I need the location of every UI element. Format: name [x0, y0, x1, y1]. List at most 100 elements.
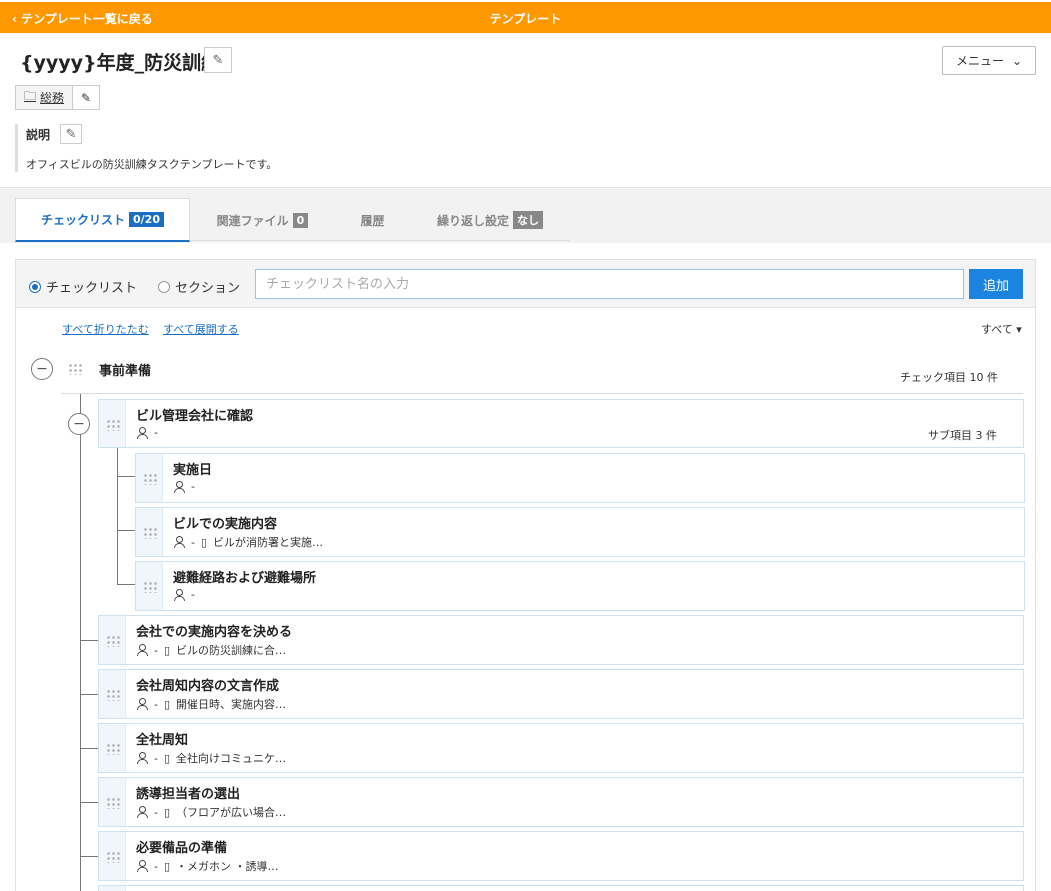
checklist-subitem[interactable]: 避難経路および避難場所 - [135, 561, 1025, 611]
filter-dropdown[interactable]: すべて ▾ [981, 321, 1022, 337]
drag-handle-icon [143, 527, 157, 539]
item-assignee: - [154, 751, 158, 765]
checklist-item[interactable]: 全社周知 - ▯ 全社向けコミュニケ… [98, 723, 1024, 773]
category-tag: 🗀 総務 ✎ [15, 85, 101, 110]
memo-icon: ▯ [163, 643, 171, 657]
user-icon [136, 806, 148, 818]
item-note: ・メガホン ・誘導… [176, 860, 279, 873]
item-drag-handle[interactable] [99, 832, 126, 880]
item-title: 会社周知内容の文言作成 [136, 679, 280, 694]
description-label: 説明 [26, 127, 51, 142]
tab-checklist[interactable]: チェックリスト 0/20 [15, 198, 190, 242]
category-label: 総務 [40, 91, 65, 105]
item-meta: - ▯ ビルの防災訓練に合… [136, 642, 286, 658]
drag-handle-icon [106, 689, 120, 701]
memo-icon: ▯ [163, 697, 171, 711]
tab-history[interactable]: 履歴 [335, 198, 410, 242]
tab-files-badge: 0 [292, 212, 309, 228]
tree-branch [80, 640, 98, 641]
item-meta: - ▯ 開催日時、実施内容… [136, 696, 286, 712]
tab-repeat[interactable]: 繰り返し設定 なし [410, 198, 570, 242]
item-title: ビルでの実施内容 [173, 517, 278, 532]
memo-icon: ▯ [200, 535, 208, 549]
tree-branch [117, 476, 135, 477]
collapse-section-button[interactable]: − [31, 358, 53, 380]
item-note: 開催日時、実施内容… [176, 698, 287, 711]
minus-icon: − [36, 361, 48, 377]
checklist-subitem[interactable]: ビルでの実施内容 - ▯ ビルが消防署と実施… [135, 507, 1025, 557]
collapse-item-button[interactable]: − [68, 413, 90, 435]
item-drag-handle[interactable] [99, 886, 126, 891]
edit-description-button[interactable]: ✎ [60, 124, 83, 144]
user-icon [136, 752, 148, 764]
tab-history-label: 履歴 [360, 213, 385, 228]
checklist-item[interactable]: 会社での実施内容を決める - ▯ ビルの防災訓練に合… [98, 615, 1024, 665]
menu-button-label: メニュー [955, 54, 1004, 68]
drag-handle-icon [106, 419, 120, 431]
item-title: 必要備品の準備 [136, 841, 228, 856]
checklist-item[interactable]: ビル管理会社に確認 - サブ項目 3 件 [98, 399, 1024, 448]
item-title: ビル管理会社に確認 [136, 409, 254, 424]
item-assignee: - [191, 535, 195, 549]
edit-title-button[interactable]: ✎ [204, 47, 232, 73]
description-text: オフィスビルの防災訓練タスクテンプレートです。 [26, 158, 278, 171]
tree-branch [80, 694, 98, 695]
memo-icon: ▯ [163, 859, 171, 873]
tree-branch [80, 856, 98, 857]
radio-checklist-dot [29, 280, 41, 293]
drag-handle-icon[interactable] [68, 363, 82, 375]
menu-button[interactable]: メニュー ⌄ [942, 46, 1036, 75]
item-assignee: - [191, 480, 195, 493]
item-drag-handle[interactable] [99, 724, 126, 772]
add-button[interactable]: 追加 [969, 269, 1023, 299]
item-assignee: - [154, 697, 158, 711]
category-link[interactable]: 🗀 総務 [16, 86, 74, 109]
drag-handle-icon [106, 635, 120, 647]
radio-section-dot [158, 280, 170, 293]
item-drag-handle[interactable] [136, 454, 163, 502]
drag-handle-icon [106, 743, 120, 755]
item-drag-handle[interactable] [99, 778, 126, 826]
item-meta: - ▯ ・メガホン ・誘導… [136, 858, 279, 874]
memo-icon: ▯ [163, 751, 171, 765]
caret-down-icon: ▾ [1016, 323, 1022, 336]
checklist-name-input[interactable] [255, 269, 964, 299]
top-bar: ‹ テンプレート一覧に戻る テンプレート [0, 2, 1051, 33]
tree-line [80, 394, 81, 891]
item-subitem-count: サブ項目 3 件 [928, 429, 997, 442]
edit-category-button[interactable]: ✎ [73, 86, 100, 109]
checklist-item[interactable]: 会社周知内容の文言作成 - ▯ 開催日時、実施内容… [98, 669, 1024, 719]
tab-files[interactable]: 関連ファイル 0 [190, 198, 335, 242]
item-drag-handle[interactable] [136, 508, 163, 556]
user-icon [136, 644, 148, 656]
folder-icon: 🗀 [24, 89, 37, 103]
radio-section[interactable]: セクション [158, 277, 240, 296]
item-meta: - [173, 588, 195, 601]
item-meta: - [173, 480, 195, 493]
checklist-panel: チェックリスト セクション 追加 すべて折りたたむ すべて展開する すべて ▾ … [15, 259, 1036, 891]
radio-checklist[interactable]: チェックリスト [29, 277, 137, 296]
chevron-down-icon: ⌄ [1011, 53, 1023, 68]
item-note: ビルの防災訓練に合… [176, 644, 287, 657]
pencil-icon: ✎ [212, 52, 224, 68]
collapse-all-link[interactable]: すべて折りたたむ [62, 321, 149, 337]
checklist-item[interactable]: 必要備品の準備 - ▯ ・メガホン ・誘導… [98, 831, 1024, 881]
tree-branch [117, 530, 135, 531]
tab-files-label: 関連ファイル [216, 213, 289, 228]
item-drag-handle[interactable] [99, 400, 126, 447]
tabs-bar: チェックリスト 0/20 関連ファイル 0 履歴 繰り返し設定 なし [0, 187, 1051, 243]
memo-icon: ▯ [163, 805, 171, 819]
checklist-item[interactable] [98, 885, 1024, 891]
item-meta: - ▯ 全社向けコミュニケ… [136, 750, 286, 766]
expand-all-link[interactable]: すべて展開する [163, 321, 239, 337]
item-drag-handle[interactable] [136, 562, 163, 610]
tree-branch [117, 584, 135, 585]
checklist-subitem[interactable]: 実施日 - [135, 453, 1025, 503]
item-drag-handle[interactable] [99, 670, 126, 718]
tree-line [117, 448, 118, 584]
user-icon [136, 426, 148, 439]
user-icon [173, 588, 185, 601]
checklist-item[interactable]: 誘導担当者の選出 - ▯ （フロアが広い場合… [98, 777, 1024, 827]
item-drag-handle[interactable] [99, 616, 126, 664]
pencil-icon: ✎ [65, 126, 77, 142]
